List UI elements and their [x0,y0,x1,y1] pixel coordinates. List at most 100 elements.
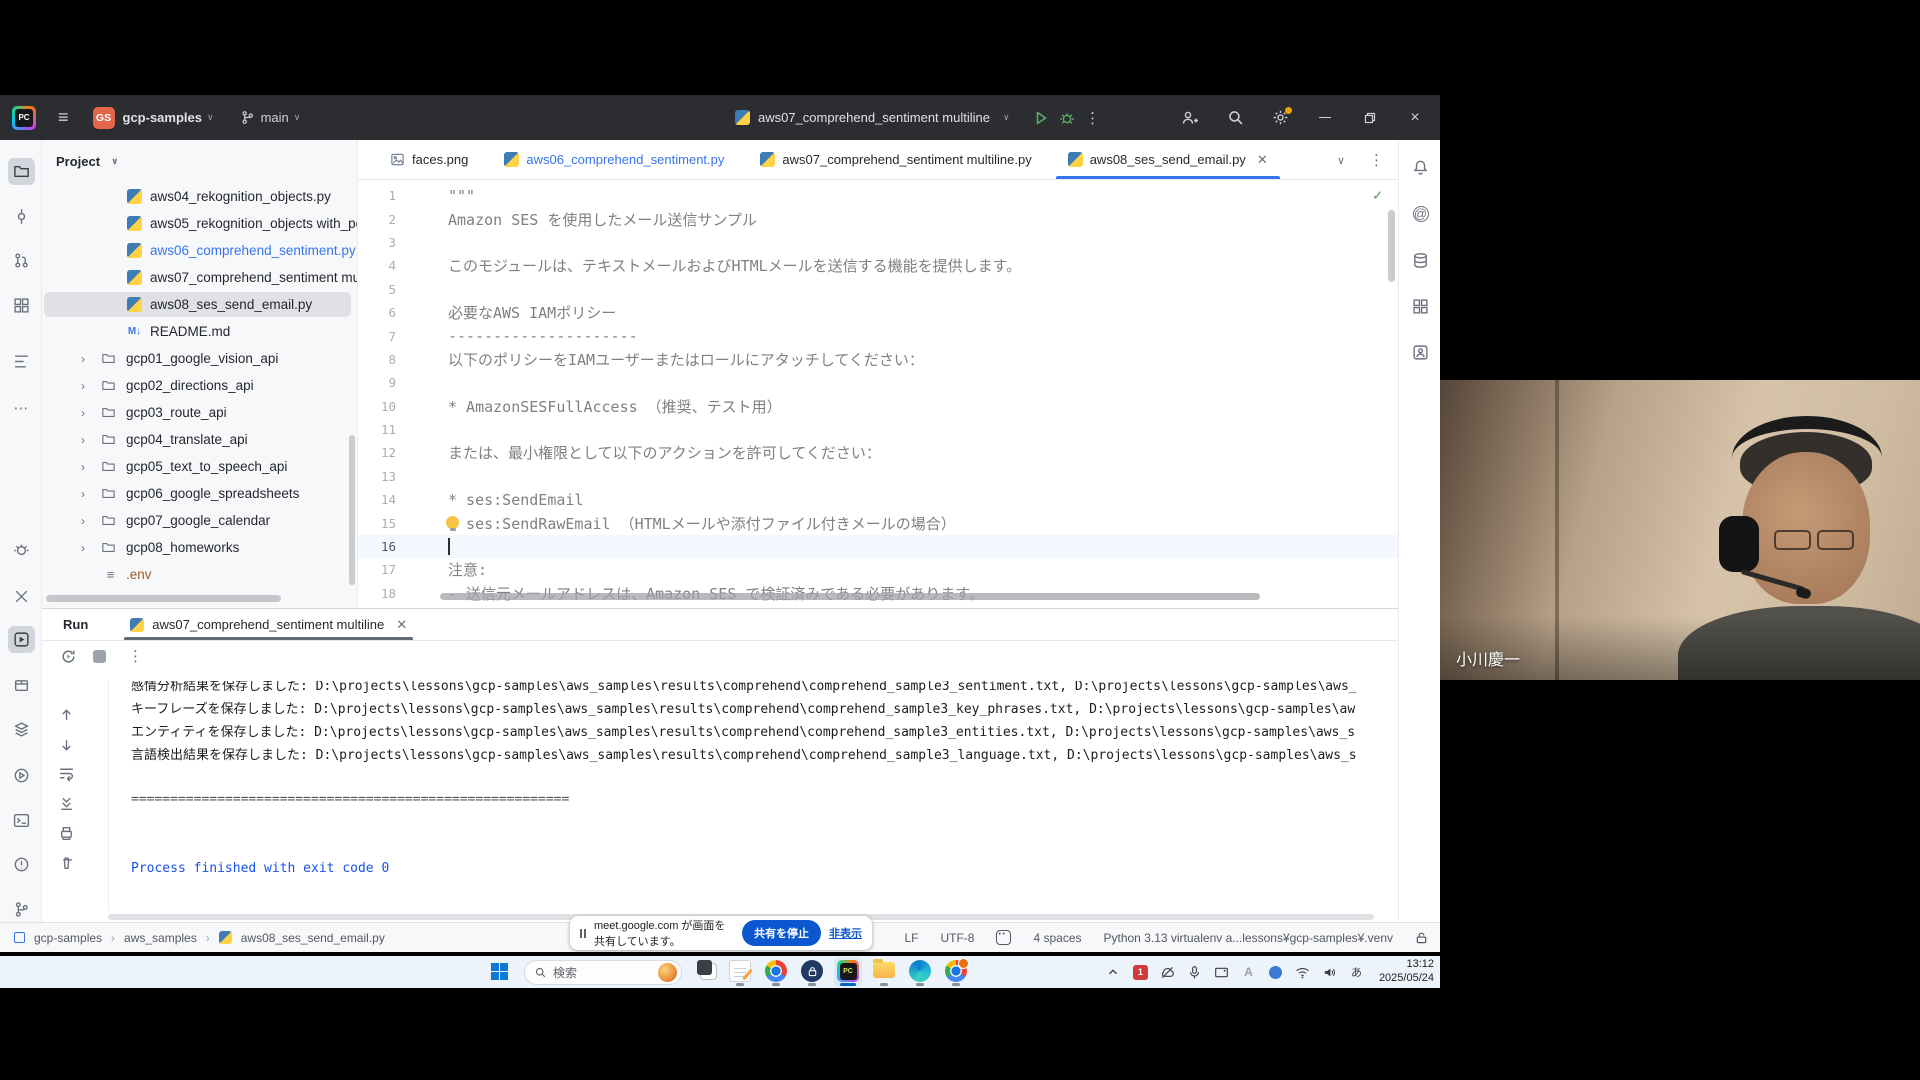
clear-all-icon[interactable] [53,850,80,877]
debug-button[interactable] [1058,109,1076,127]
editor-line-9[interactable]: 9 [358,371,1398,394]
file-explorer-taskbar-button[interactable] [870,957,898,987]
main-menu-icon[interactable]: ≡ [58,107,69,128]
chevron-icon[interactable]: › [76,379,90,393]
tab-list-chevron-icon[interactable]: ∨ [1337,154,1345,167]
editor-line-7[interactable]: 7--------------------- [358,324,1398,347]
soft-wrap-icon[interactable] [53,760,80,787]
editor-line-1[interactable]: 1""" [358,184,1398,207]
chevron-icon[interactable]: › [76,487,90,501]
stop-sharing-button[interactable]: 共有を停止 [742,920,821,946]
tree-item-gcp05-text-to-speech-api[interactable]: ›gcp05_text_to_speech_api [42,453,357,480]
ime-icon[interactable]: あ [1348,964,1365,981]
chrome-drive-taskbar-button[interactable] [762,957,790,987]
indent-widget[interactable]: 4 spaces [1033,931,1081,945]
run-more-options-icon[interactable]: ⋮ [128,647,143,665]
run-panel-title[interactable]: Run [63,617,88,632]
tests-icon[interactable] [8,583,35,610]
pycharm-taskbar-button[interactable] [834,957,862,987]
onedrive-paused-icon[interactable] [1159,964,1176,981]
stop-button[interactable] [93,650,106,663]
breadcrumb-item[interactable]: aws08_ses_send_email.py [241,931,385,945]
tree-item-aws04-rekognition-objects.py[interactable]: aws04_rekognition_objects.py [42,183,357,210]
tray-chevron-icon[interactable] [1105,964,1122,981]
arrow-up-icon[interactable] [53,701,80,728]
microphone-icon[interactable] [1186,964,1203,981]
interpreter-widget[interactable]: Python 3.13 virtualenv a...lessons¥gcp-s… [1104,931,1394,945]
editor-tab[interactable]: aws07_comprehend_sentiment multiline.py [742,140,1049,179]
arrow-down-icon[interactable] [53,732,80,759]
ai-assistant-icon[interactable]: @ [1407,200,1434,227]
debugger-icon[interactable] [8,536,35,563]
windows-start-button[interactable] [488,957,516,987]
pull-requests-icon[interactable] [8,247,35,274]
dependencies-icon[interactable] [1407,293,1434,320]
chevron-icon[interactable]: › [76,514,90,528]
window-minimize-button[interactable] [1316,109,1334,127]
letter-a-icon[interactable]: A [1240,964,1257,981]
window-restore-button[interactable] [1361,109,1379,127]
problems-icon[interactable] [8,851,35,878]
database-icon[interactable] [1407,247,1434,274]
terminal-icon[interactable] [8,807,35,834]
project-name[interactable]: gcp-samples [123,110,202,125]
add-user-icon[interactable] [1181,109,1199,127]
chevron-icon[interactable]: › [76,460,90,474]
project-panel-header[interactable]: Project ∨ [56,148,118,174]
settings-gear-icon[interactable] [1271,109,1289,127]
editor-tab[interactable]: aws06_comprehend_sentiment.py [486,140,742,179]
chevron-icon[interactable]: › [76,541,90,555]
tree-item-gcp02-directions-api[interactable]: ›gcp02_directions_api [42,372,357,399]
tree-item-aws06-comprehend-sentiment.py[interactable]: aws06_comprehend_sentiment.py [42,237,357,264]
vcs-branch-widget[interactable]: main ∨ [240,110,301,125]
encoding-widget[interactable]: UTF-8 [940,931,974,945]
editor-tab[interactable]: aws08_ses_send_email.py✕ [1050,140,1286,179]
window-close-button[interactable]: × [1406,109,1424,127]
close-icon[interactable]: ✕ [396,617,407,633]
python-packages-icon[interactable] [8,671,35,698]
line-ending-widget[interactable]: LF [904,931,918,945]
project-folder-icon[interactable] [8,158,35,185]
run-tool-icon[interactable] [8,626,35,653]
run-configuration[interactable]: aws07_comprehend_sentiment multiline ∨ ⋮ [735,95,1102,140]
tree-item-gcp03-route-api[interactable]: ›gcp03_route_api [42,399,357,426]
chrome-taskbar-button[interactable] [942,957,970,987]
breadcrumb-item[interactable]: aws_samples [124,931,197,945]
editor-line-12[interactable]: 12または、最小権限として以下のアクションを許可してください： [358,441,1398,464]
task-view-taskbar-button[interactable] [690,957,718,987]
more-actions-icon[interactable]: ⋮ [1084,109,1102,127]
tree-item-aws08-ses-send-email.py[interactable]: aws08_ses_send_email.py [42,291,357,318]
tree-item-gcp06-google-spreadsheets[interactable]: ›gcp06_google_spreadsheets [42,480,357,507]
teams-badge-icon[interactable]: 1 [1132,964,1149,981]
screen-share-icon[interactable] [1213,964,1230,981]
editor-tab[interactable]: faces.png [372,140,486,179]
more-icon[interactable]: ⋯ [8,394,35,421]
editor-line-13[interactable]: 13 [358,465,1398,488]
tree-item-.env[interactable]: ≡.env [42,561,357,588]
version-control-icon[interactable] [8,896,35,923]
copilot-status-icon[interactable] [996,930,1011,945]
editor-line-10[interactable]: 10* AmazonSESFullAccess （推奨、テスト用） [358,395,1398,418]
taskbar-search-box[interactable]: 検索 [524,960,682,985]
screen-lock-taskbar-button[interactable] [798,957,826,987]
close-icon[interactable]: ✕ [1257,152,1268,168]
tree-item-aws05-rekognition-objects-with-pos[interactable]: aws05_rekognition_objects with_pos [42,210,357,237]
tree-item-gcp01-google-vision-api[interactable]: ›gcp01_google_vision_api [42,345,357,372]
volume-icon[interactable] [1321,964,1338,981]
hide-bar-link[interactable]: 非表示 [829,925,862,941]
tree-item-aws07-comprehend-sentiment-mult[interactable]: aws07_comprehend_sentiment mult [42,264,357,291]
wifi-icon[interactable] [1294,964,1311,981]
notifications-icon[interactable] [1407,154,1434,181]
editor-line-14[interactable]: 14* ses:SendEmail [358,488,1398,511]
editor-line-3[interactable]: 3 [358,231,1398,254]
project-avatar[interactable]: GS [93,107,115,129]
python-console-icon[interactable] [8,762,35,789]
editor-line-6[interactable]: 6必要なAWS IAMポリシー [358,301,1398,324]
run-console-output[interactable]: 感情分析結果を保存しました: D:\projects\lessons\gcp-s… [108,681,1392,910]
editor-line-5[interactable]: 5 [358,278,1398,301]
editor-line-16[interactable]: 16 [358,535,1398,558]
tree-item-gcp08-homeworks[interactable]: ›gcp08_homeworks [42,534,357,561]
editor-line-4[interactable]: 4このモジュールは、テキストメールおよびHTMLメールを送信する機能を提供します… [358,254,1398,277]
rerun-button[interactable] [60,648,77,665]
run-tab[interactable]: aws07_comprehend_sentiment multiline ✕ [124,609,413,640]
